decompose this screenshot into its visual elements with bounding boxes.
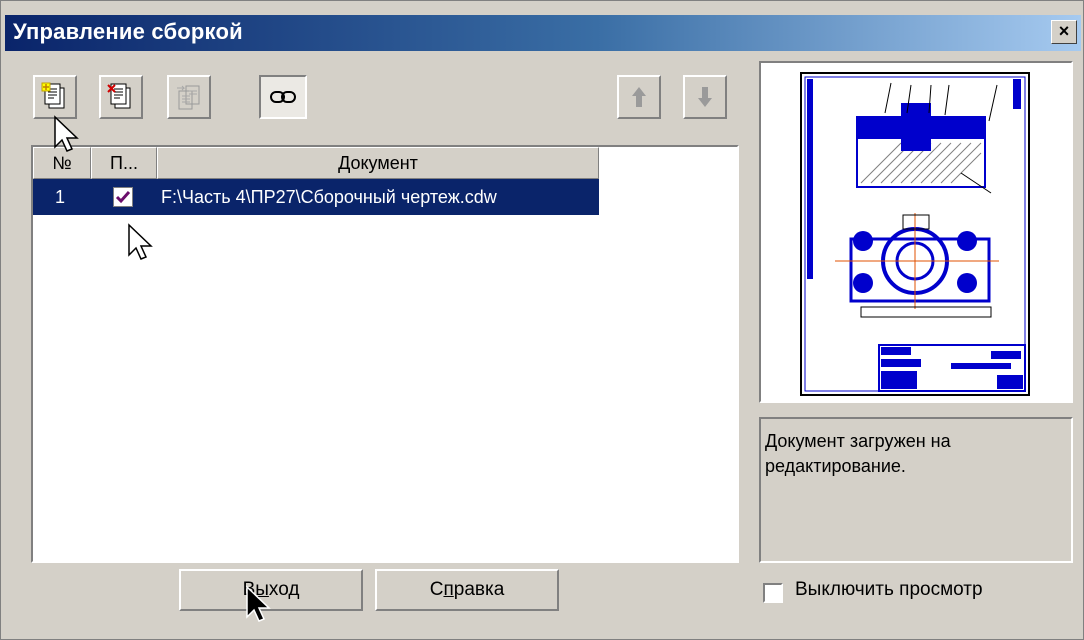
drawing-preview [759,61,1073,403]
add-document-icon [41,82,65,109]
add-document-button[interactable] [33,75,77,119]
close-icon: × [1058,21,1070,41]
mouse-cursor-icon [54,115,79,152]
mouse-cursor-icon [246,585,271,622]
close-button[interactable]: × [1051,20,1077,44]
replace-document-icon [177,85,200,110]
assembly-drawing-thumbnail [800,72,1030,396]
checkmark-icon [115,191,131,204]
help-button[interactable]: Справка [375,569,559,611]
mouse-cursor-icon [128,223,153,260]
document-list[interactable]: № П... Документ 1 F:\Часть 4\ПР27\Сбороч… [31,145,739,563]
status-message: Документ загружен на редактирование. [759,417,1073,563]
remove-document-button[interactable] [99,75,143,119]
title-bar[interactable]: Управление сборкой × [5,15,1081,51]
replace-document-button[interactable] [167,75,211,119]
help-button-label-end: равка [453,579,505,600]
row-document-path: F:\Часть 4\ПР27\Сборочный чертеж.cdw [161,187,497,207]
exit-button[interactable]: Выход [179,569,363,611]
remove-document-icon [107,83,131,109]
move-up-button[interactable] [617,75,661,119]
arrow-up-icon [632,87,646,107]
exit-button-label-end: ход [268,579,300,600]
disable-preview-checkbox[interactable] [763,583,783,603]
table-row[interactable]: 1 F:\Часть 4\ПР27\Сборочный чертеж.cdw [33,179,599,215]
row-number: 1 [55,187,66,207]
row-checkbox[interactable] [113,187,133,207]
dialog-title: Управление сборкой [13,19,243,44]
move-down-button[interactable] [683,75,727,119]
assembly-manager-dialog: Управление сборкой × № П... Документ 1 F… [0,0,1084,640]
arrow-down-icon [698,87,712,107]
column-header-document[interactable]: Документ [157,147,599,179]
help-button-label-start: С [429,579,444,600]
column-header-flag[interactable]: П... [91,147,157,179]
help-button-mnemonic: п [443,579,454,600]
link-toggle-button[interactable] [259,75,307,119]
disable-preview-label[interactable]: Выключить просмотр [795,579,983,601]
link-icon [270,91,296,103]
